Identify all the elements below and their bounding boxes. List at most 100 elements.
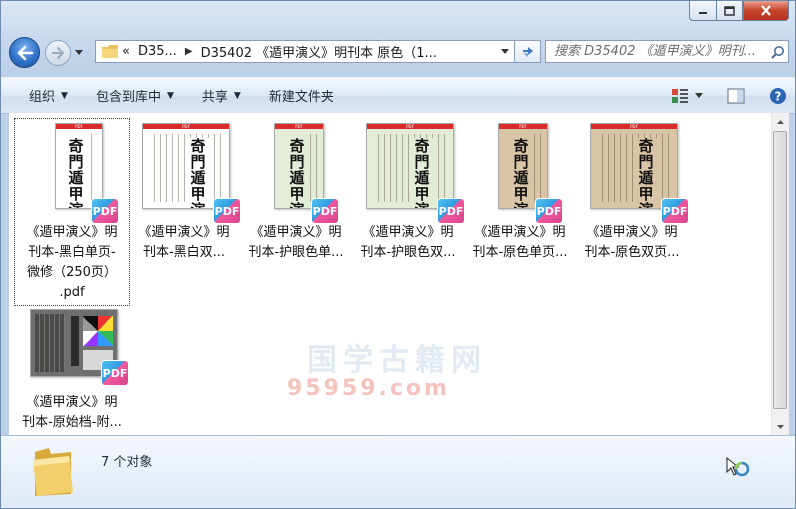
pdf-header-label: PDF — [367, 124, 453, 129]
file-name-line: 《遁甲演义》明 — [586, 225, 678, 240]
help-button[interactable]: ? — [769, 87, 787, 105]
file-name-line: 刊本-护眼色单... — [248, 245, 344, 260]
file-item[interactable]: PDF 奇門遁甲演義 PDF 《遁甲演义》明 刊本-黑白单页- 微修（250页）… — [14, 118, 130, 306]
scroll-up-button[interactable] — [772, 113, 789, 130]
view-options-dropdown[interactable] — [695, 93, 703, 98]
pdf-icon: PDF — [312, 199, 338, 223]
breadcrumb-separator-icon[interactable]: ▶ — [185, 46, 193, 57]
file-name-line: 刊本-原色双页... — [584, 245, 680, 260]
share-menu[interactable]: 共享 ▼ — [188, 78, 255, 113]
file-thumbnail: PDF 奇門遁甲演義 PDF — [32, 123, 118, 223]
file-thumbnail: PDF 奇門遁甲演義 PDF — [358, 123, 464, 223]
file-name-line: 《遁甲演义》明 — [138, 225, 230, 240]
help-icon: ? — [770, 87, 786, 104]
file-thumbnail: PDF 奇門遁甲演義 PDF — [470, 123, 570, 223]
address-dropdown-button[interactable] — [495, 41, 514, 62]
file-item[interactable]: PDF 《遁甲演义》明 刊本-原始档-附... — [15, 307, 129, 433]
close-button[interactable] — [743, 1, 789, 21]
forward-button[interactable] — [45, 40, 71, 66]
close-icon — [761, 5, 771, 16]
file-name: 《遁甲演义》明 刊本-黑白单页- 微修（250页） .pdf — [15, 223, 129, 303]
file-name-line: 刊本-原始档-附... — [22, 415, 122, 430]
recent-pages-button[interactable] — [73, 47, 85, 59]
file-name: 《遁甲演义》明 刊本-原始档-附... — [15, 393, 129, 433]
new-folder-button[interactable]: 新建文件夹 — [255, 78, 348, 113]
file-item[interactable]: PDF 奇門遁甲演義 PDF 《遁甲演义》明 刊本-原色双页... — [575, 119, 689, 263]
view-tiles-icon — [672, 88, 688, 103]
cover-title: 奇門遁甲演義 — [284, 138, 310, 208]
cover-title: 奇門遁甲演義 — [63, 138, 89, 208]
navigation-bar: « D35... ▶ D35402 《遁甲演义》明刊本 原色（1... — [9, 37, 789, 68]
change-view-button[interactable] — [671, 88, 689, 104]
file-name-line: 微修（250页） — [27, 265, 117, 280]
search-box[interactable] — [545, 40, 789, 63]
scroll-down-button[interactable] — [772, 418, 789, 435]
item-count: 7 个对象 — [101, 455, 153, 470]
chevron-down-icon: ▼ — [166, 90, 174, 101]
file-name-line: 《遁甲演义》明 — [250, 225, 342, 240]
file-name: 《遁甲演义》明 刊本-护眼色单... — [239, 223, 353, 263]
back-button[interactable] — [9, 37, 40, 68]
pdf-icon: PDF — [214, 199, 240, 223]
page-thumbnail: PDF 奇門遁甲演義 — [142, 123, 230, 209]
include-in-library-menu[interactable]: 包含到库中 ▼ — [82, 78, 188, 113]
pdf-icon: PDF — [438, 199, 464, 223]
file-name-line: .pdf — [59, 285, 85, 300]
cover-title: 奇門遁甲演義 — [185, 138, 212, 208]
pdf-icon: PDF — [662, 199, 688, 223]
chevron-down-icon — [501, 49, 509, 54]
file-thumbnail: PDF 奇門遁甲演義 PDF — [134, 123, 240, 223]
file-thumbnail: PDF 奇門遁甲演義 PDF — [246, 123, 346, 223]
refresh-button[interactable] — [515, 40, 541, 63]
pdf-header-label: PDF — [56, 124, 102, 129]
page-thumbnail: PDF 奇門遁甲演義 — [366, 123, 454, 209]
file-item[interactable]: PDF 奇門遁甲演義 PDF 《遁甲演义》明 刊本-护眼色双... — [351, 119, 465, 263]
maximize-button[interactable] — [716, 1, 743, 21]
pdf-header-label: PDF — [143, 124, 229, 129]
page-thumbnail: PDF 奇門遁甲演義 — [55, 123, 103, 209]
new-folder-label: 新建文件夹 — [268, 90, 334, 105]
minimize-icon — [699, 11, 707, 14]
organize-menu[interactable]: 组织 ▼ — [1, 78, 82, 113]
folder-icon — [33, 448, 73, 496]
pdf-icon: PDF — [102, 361, 128, 385]
command-bar: 组织 ▼ 包含到库中 ▼ 共享 ▼ 新建文件夹 ? — [1, 77, 795, 114]
file-name: 《遁甲演义》明 刊本-原色单页... — [463, 223, 577, 263]
file-name-line: 《遁甲演义》明 — [26, 225, 118, 240]
breadcrumb: « D35... ▶ D35402 《遁甲演义》明刊本 原色（1... — [122, 42, 495, 61]
organize-label: 组织 — [29, 90, 56, 105]
share-label: 共享 — [201, 90, 228, 105]
cover-title: 奇門遁甲演義 — [633, 138, 660, 208]
file-item[interactable]: PDF 奇門遁甲演義 PDF 《遁甲演义》明 刊本-原色单页... — [463, 119, 577, 263]
page-thumbnail: PDF 奇門遁甲演義 — [274, 123, 324, 209]
pdf-icon: PDF — [92, 199, 118, 223]
cover-title: 奇門遁甲演義 — [508, 138, 534, 208]
refresh-icon — [522, 46, 533, 57]
cover-title: 奇門遁甲演義 — [409, 138, 436, 208]
svg-text:?: ? — [775, 89, 782, 103]
breadcrumb-item-current[interactable]: D35402 《遁甲演义》明刊本 原色（1... — [201, 42, 437, 61]
file-name-line: 刊本-黑白单页- — [28, 245, 116, 260]
chevron-down-icon — [75, 50, 83, 55]
breadcrumb-overflow[interactable]: « — [122, 44, 130, 59]
scrollbar-thumb[interactable] — [773, 131, 787, 409]
file-name-line: 《遁甲演义》明 — [474, 225, 566, 240]
vertical-scrollbar[interactable] — [771, 113, 789, 435]
search-icon[interactable] — [768, 45, 788, 59]
file-list[interactable]: 国学古籍网 95959.com PDF 奇門遁甲演義 PDF 《遁甲演义》明 刊… — [9, 113, 771, 435]
minimize-button[interactable] — [689, 1, 716, 21]
file-item[interactable]: PDF 奇門遁甲演義 PDF 《遁甲演义》明 刊本-黑白双... — [127, 119, 241, 263]
chevron-up-icon — [777, 119, 784, 124]
preview-pane-button[interactable] — [727, 88, 745, 104]
breadcrumb-item-parent[interactable]: D35... — [138, 44, 177, 59]
search-input[interactable] — [546, 44, 768, 59]
file-name: 《遁甲演义》明 刊本-黑白双... — [127, 223, 241, 263]
searching-cursor-icon — [726, 456, 750, 477]
file-thumbnail: PDF 奇門遁甲演義 PDF — [582, 123, 688, 223]
view-controls: ? — [661, 78, 787, 113]
watermark-site: 95959.com — [287, 376, 450, 401]
pdf-header-label: PDF — [499, 124, 547, 129]
file-item[interactable]: PDF 奇門遁甲演義 PDF 《遁甲演义》明 刊本-护眼色单... — [239, 119, 353, 263]
address-bar[interactable]: « D35... ▶ D35402 《遁甲演义》明刊本 原色（1... — [95, 40, 515, 63]
chevron-down-icon: ▼ — [233, 90, 241, 101]
